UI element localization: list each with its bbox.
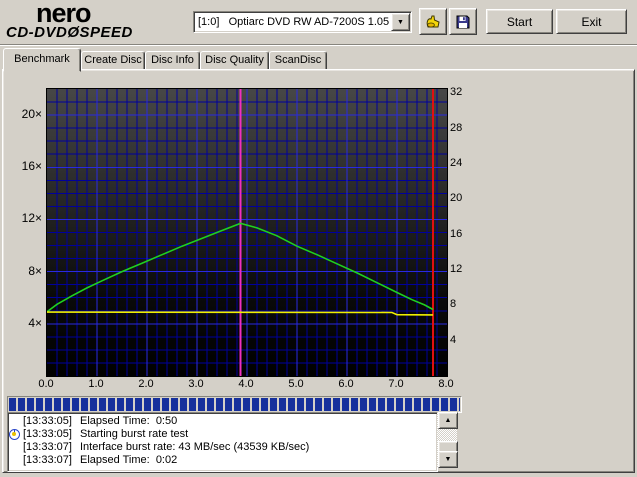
y-right-tick-label: 28 xyxy=(450,121,463,134)
plot-canvas xyxy=(47,89,447,376)
log-line: [13:33:05] Elapsed Time: 0:50 xyxy=(8,415,437,428)
start-button[interactable]: Start xyxy=(486,9,553,34)
tab-create-disc[interactable]: Create Disc xyxy=(81,51,145,71)
y-axis-left: 20× 16× 12× 8× 4× xyxy=(6,88,42,375)
log-message: Elapsed Time: 0:02 xyxy=(80,454,178,466)
progress-bar xyxy=(7,396,462,413)
arrow-down-icon: ▼ xyxy=(444,456,452,463)
log-timestamp: [13:33:07] xyxy=(23,441,72,453)
y-right-tick-label: 4 xyxy=(450,333,457,346)
combo-dropdown-button[interactable]: ▼ xyxy=(391,13,410,31)
x-tick-label: 4.0 xyxy=(238,378,254,390)
logo-cd-dvd: CD-DVD xyxy=(6,24,68,41)
x-tick-label: 1.0 xyxy=(88,378,104,390)
tab-scandisc[interactable]: ScanDisc xyxy=(269,51,327,71)
disc-icon: Ø xyxy=(67,24,80,41)
x-tick-label: 7.0 xyxy=(388,378,404,390)
logo-speed: SPEED xyxy=(79,24,133,41)
y-right-tick-label: 24 xyxy=(450,157,463,170)
log-message: Elapsed Time: 0:50 xyxy=(80,415,178,427)
y-left-tick-label: 12× xyxy=(21,211,42,226)
log-line: [13:33:07] Interface burst rate: 43 MB/se… xyxy=(8,441,437,454)
drive-select[interactable]: [1:0] Optiarc DVD RW AD-7200S 1.05 ▼ xyxy=(193,11,412,33)
busy-spinner-icon xyxy=(9,429,20,440)
transfer-rate-plot xyxy=(46,88,448,377)
save-button[interactable] xyxy=(449,8,477,35)
log-message: Starting burst rate test xyxy=(80,428,189,440)
y-right-tick-label: 20 xyxy=(450,192,463,205)
x-tick-label: 8.0 xyxy=(438,378,454,390)
y-right-tick-label: 16 xyxy=(450,227,463,240)
drive-select-value: [1:0] Optiarc DVD RW AD-7200S 1.05 xyxy=(198,16,390,28)
exit-button[interactable]: Exit xyxy=(556,9,627,34)
y-axis-right: 32 28 24 20 16 12 8 4 xyxy=(450,86,474,375)
x-axis: 0.0 1.0 2.0 3.0 4.0 5.0 6.0 7.0 8.0 xyxy=(38,378,453,391)
log-message: Interface burst rate: 43 MB/sec (43539 K… xyxy=(80,441,310,453)
log-line: [13:33:07] Elapsed Time: 0:02 xyxy=(8,454,437,467)
tab-benchmark[interactable]: Benchmark xyxy=(3,48,81,72)
hand-eject-icon xyxy=(426,15,440,27)
x-tick-label: 6.0 xyxy=(338,378,354,390)
cd-dvd-speed-text: CD-DVDØSPEED xyxy=(6,24,186,41)
chevron-down-icon: ▼ xyxy=(397,18,404,26)
tab-disc-quality[interactable]: Disc Quality xyxy=(200,51,269,71)
scroll-up-button[interactable]: ▲ xyxy=(438,412,458,429)
log-timestamp: [13:33:05] xyxy=(23,428,72,440)
eject-button[interactable] xyxy=(419,8,447,35)
log-timestamp: [13:33:05] xyxy=(23,415,72,427)
x-tick-label: 0.0 xyxy=(38,378,54,390)
log-scrollbar[interactable]: ▲ ▼ xyxy=(437,412,458,468)
x-tick-label: 5.0 xyxy=(288,378,304,390)
toolbar: nero CD-DVDØSPEED [1:0] Optiarc DVD RW A… xyxy=(0,0,637,44)
y-right-tick-label: 32 xyxy=(450,86,463,99)
log-timestamp: [13:33:07] xyxy=(23,454,72,466)
x-tick-label: 2.0 xyxy=(138,378,154,390)
nero-brand-text: nero xyxy=(36,0,92,28)
y-right-tick-label: 8 xyxy=(450,298,457,311)
log-line: [13:33:05] Starting burst rate test xyxy=(8,428,437,441)
scroll-down-button[interactable]: ▼ xyxy=(438,451,458,468)
y-left-tick-label: 4× xyxy=(28,315,42,330)
y-left-tick-label: 8× xyxy=(28,263,42,278)
y-left-tick-label: 20× xyxy=(21,107,42,122)
nero-cd-dvd-speed-window: { "logo": { "brand": "nero", "cd_dvd": "… xyxy=(0,0,637,477)
arrow-up-icon: ▲ xyxy=(444,417,452,424)
toolbar-divider xyxy=(0,44,637,46)
y-left-tick-label: 16× xyxy=(21,159,42,174)
x-tick-label: 3.0 xyxy=(188,378,204,390)
status-log: [13:33:05] Elapsed Time: 0:50 [13:33:05] St… xyxy=(7,412,438,472)
progress-bar-fill xyxy=(9,398,460,411)
nero-logo: nero CD-DVDØSPEED xyxy=(6,0,186,41)
floppy-save-icon xyxy=(456,15,470,28)
y-right-tick-label: 12 xyxy=(450,263,463,276)
tab-disc-info[interactable]: Disc Info xyxy=(145,51,200,71)
